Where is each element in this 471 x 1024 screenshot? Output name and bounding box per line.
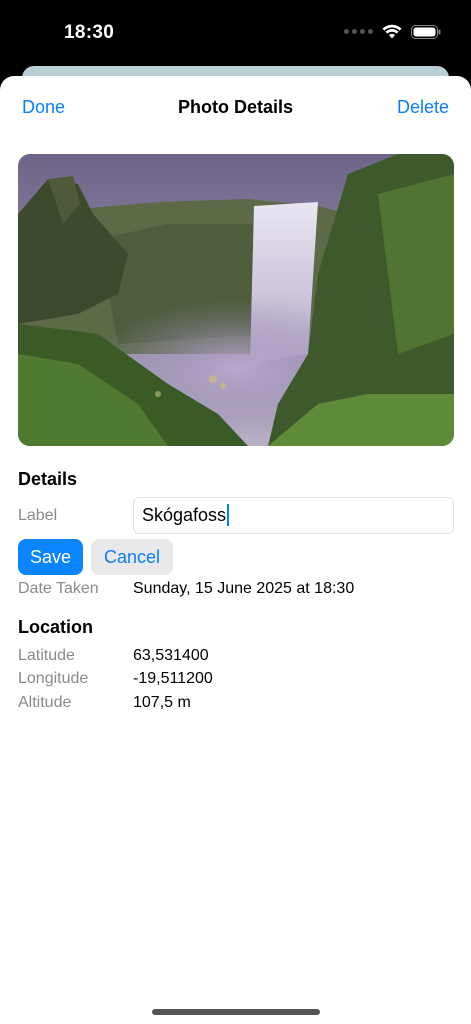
label-input[interactable]: Skógafoss (133, 497, 454, 534)
longitude-label: Longitude (18, 670, 89, 687)
delete-button[interactable]: Delete (397, 97, 449, 118)
status-icons (344, 24, 441, 39)
label-input-value: Skógafoss (142, 505, 227, 525)
cancel-button[interactable]: Cancel (91, 539, 173, 575)
photo-image (18, 154, 454, 446)
label-field-label: Label (18, 507, 58, 524)
status-bar: 18:30 (0, 0, 471, 70)
photo-details-sheet: Done Photo Details Delete Details Label … (0, 76, 471, 1024)
altitude-label: Altitude (18, 694, 72, 711)
location-section-title: Location (18, 617, 93, 637)
longitude-value: -19,511200 (133, 670, 213, 687)
date-taken-label: Date Taken (18, 580, 99, 597)
latitude-label: Latitude (18, 647, 75, 664)
text-caret (227, 504, 230, 527)
home-indicator[interactable] (152, 1009, 320, 1015)
latitude-value: 63,531400 (133, 647, 209, 664)
battery-icon (411, 24, 441, 39)
cellular-signal-icon (344, 29, 373, 34)
altitude-value: 107,5 m (133, 694, 191, 711)
save-button[interactable]: Save (18, 539, 83, 575)
date-taken-value: Sunday, 15 June 2025 at 18:30 (133, 580, 355, 597)
details-section-title: Details (18, 469, 78, 489)
navigation-bar: Done Photo Details Delete (0, 76, 471, 140)
status-time: 18:30 (64, 22, 115, 43)
wifi-icon (382, 24, 402, 39)
